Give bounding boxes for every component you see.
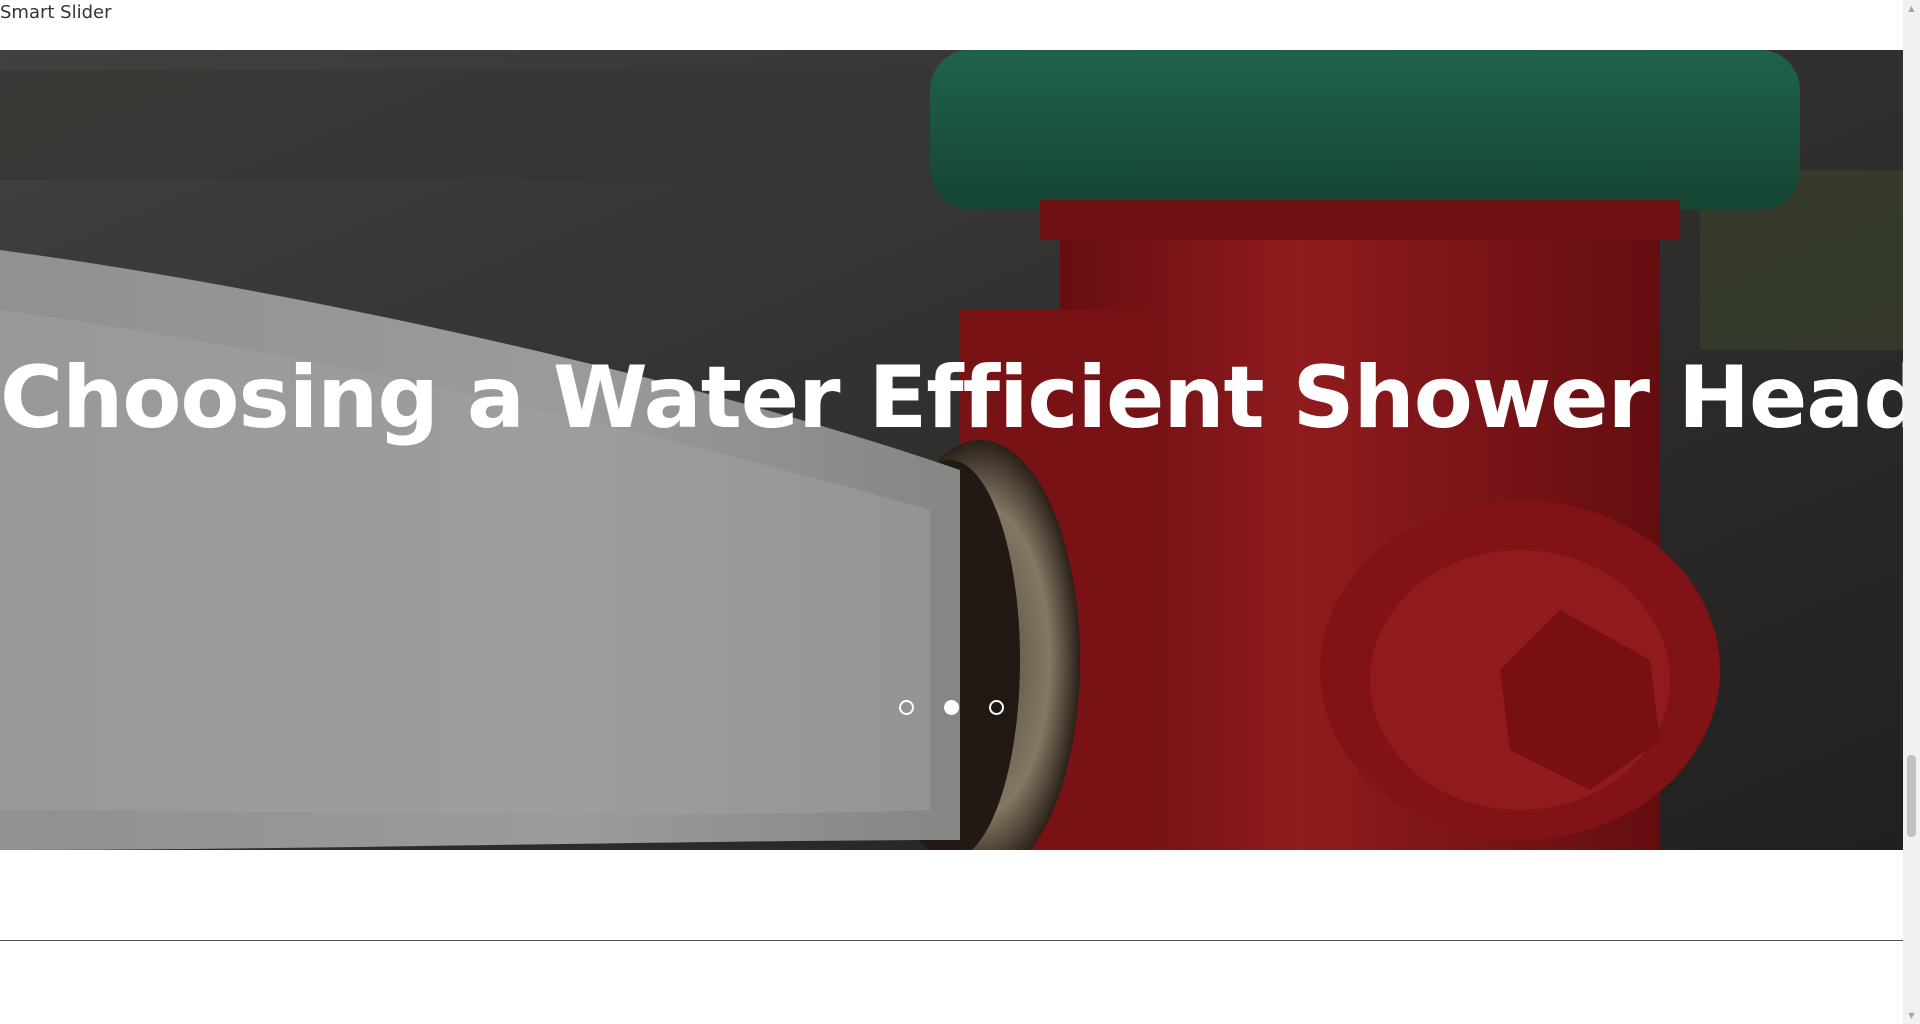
slider-label: Smart Slider [0, 2, 112, 23]
slider-bullet-2[interactable] [944, 700, 959, 715]
smart-slider[interactable]: Choosing a Water Efficient Shower Head [0, 50, 1903, 850]
slider-bullets [0, 700, 1903, 715]
scroll-up-arrow-icon[interactable]: ▲ [1903, 0, 1920, 17]
divider [0, 940, 1903, 941]
scroll-down-arrow-icon[interactable]: ▼ [1903, 1007, 1920, 1024]
slide-overlay [0, 50, 1903, 850]
slide-heading: Choosing a Water Efficient Shower Head [0, 348, 1903, 448]
slider-bullet-1[interactable] [899, 700, 914, 715]
page: Smart Slider Choosing a Water Efficient … [0, 0, 1920, 1024]
slider-bullet-3[interactable] [989, 700, 1004, 715]
page-scrollbar[interactable]: ▲ ▼ [1903, 0, 1920, 1024]
scrollbar-thumb[interactable] [1907, 755, 1916, 837]
